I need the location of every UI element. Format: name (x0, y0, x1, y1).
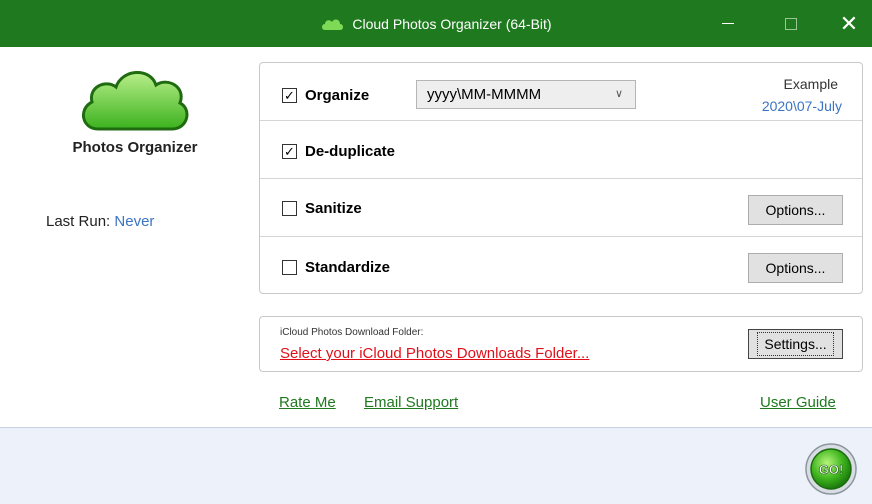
folder-label: iCloud Photos Download Folder: (280, 327, 424, 338)
checkmark-icon: ✓ (284, 144, 295, 159)
example-title: Example (783, 76, 838, 92)
cloud-logo-icon (82, 71, 189, 131)
sanitize-checkbox[interactable] (282, 201, 297, 216)
chevron-down-icon: ∨ (614, 88, 623, 100)
sanitize-row: Sanitize Options... (260, 179, 862, 237)
minimize-icon (722, 23, 734, 24)
app-name: Photos Organizer (72, 139, 198, 156)
go-button-label: GO! (819, 462, 844, 477)
maximize-button[interactable] (768, 0, 814, 47)
options-panel: ✓ Organize yyyy\MM-MMMM ∨ Example 2020\0… (259, 62, 863, 294)
cloud-icon (322, 19, 344, 30)
example-value: 2020\07-July (761, 98, 842, 114)
settings-button-label: Settings... (757, 332, 834, 356)
standardize-label: Standardize (305, 259, 391, 276)
sanitize-label: Sanitize (305, 200, 362, 217)
download-folder-panel: iCloud Photos Download Folder: Select yo… (259, 316, 863, 372)
title-bar[interactable]: Cloud Photos Organizer (64-Bit) ✕ (0, 0, 872, 47)
select-folder-link[interactable]: Select your iCloud Photos Downloads Fold… (280, 345, 589, 362)
standardize-checkbox[interactable] (282, 260, 297, 275)
minimize-button[interactable] (705, 0, 751, 47)
last-run-value: Never (114, 213, 155, 230)
footer-bar: GO! (0, 427, 872, 504)
email-support-link[interactable]: Email Support (364, 394, 458, 411)
organize-row: ✓ Organize yyyy\MM-MMMM ∨ Example 2020\0… (260, 63, 862, 121)
left-panel: Photos Organizer Last Run: Never (0, 47, 260, 427)
deduplicate-row: ✓ De-duplicate (260, 121, 862, 179)
rate-me-link[interactable]: Rate Me (279, 394, 336, 411)
last-run: Last Run: Never (46, 213, 154, 230)
close-icon: ✕ (839, 10, 859, 36)
date-format-value: yyyy\MM-MMMM (427, 86, 542, 103)
standardize-row: Standardize Options... (260, 237, 862, 295)
last-run-label: Last Run: (46, 213, 111, 230)
maximize-icon (785, 17, 797, 30)
user-guide-link[interactable]: User Guide (760, 394, 836, 411)
checkmark-icon: ✓ (284, 88, 295, 103)
organize-label: Organize (305, 87, 370, 104)
window-title: Cloud Photos Organizer (64-Bit) (352, 15, 552, 32)
date-format-select[interactable]: yyyy\MM-MMMM ∨ (416, 80, 636, 109)
deduplicate-label: De-duplicate (305, 143, 396, 160)
sanitize-options-button[interactable]: Options... (748, 195, 843, 225)
go-button[interactable]: GO! (804, 442, 858, 496)
standardize-options-button[interactable]: Options... (748, 253, 843, 283)
deduplicate-checkbox[interactable]: ✓ (282, 144, 297, 159)
organize-checkbox[interactable]: ✓ (282, 88, 297, 103)
close-button[interactable]: ✕ (826, 0, 872, 47)
settings-button[interactable]: Settings... (748, 329, 843, 359)
